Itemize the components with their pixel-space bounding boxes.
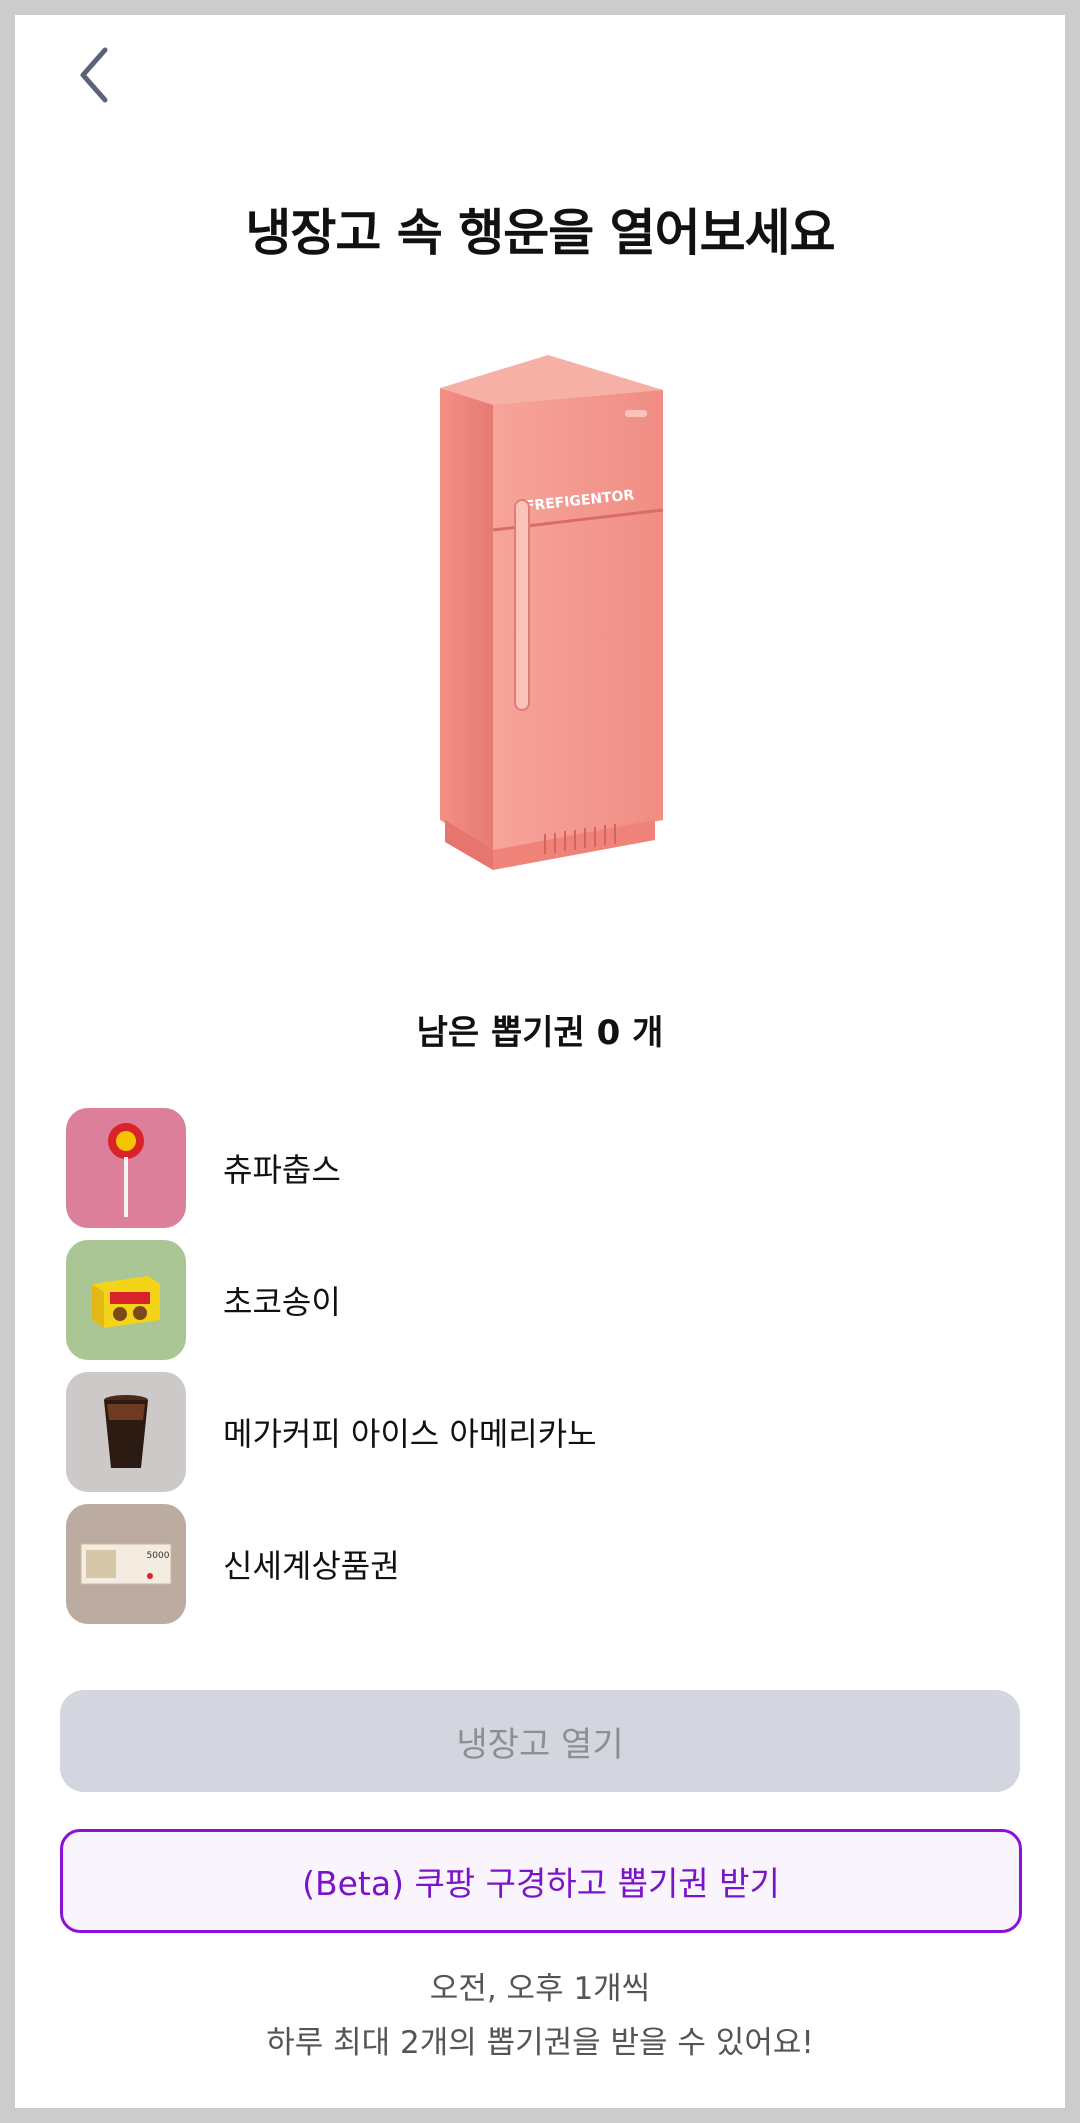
prize-item: 츄파춥스: [66, 1108, 1016, 1228]
prize-item: 5000 신세계상품권: [66, 1504, 1016, 1624]
prize-list: 츄파춥스 초코송이 메가커피 아이스 아메리카노 5000 신세계상품권: [66, 1108, 1016, 1636]
prize-thumb: [66, 1240, 186, 1360]
ticket-note-line1: 오전, 오후 1개씩: [429, 1971, 651, 2007]
lollipop-icon: [108, 1123, 144, 1217]
snack-box-icon: [92, 1276, 160, 1328]
prize-item: 메가커피 아이스 아메리카노: [66, 1372, 1016, 1492]
iced-coffee-icon: [104, 1395, 148, 1468]
prize-name: 초코송이: [223, 1283, 341, 1321]
fridge-image: FREFIGENTOR: [405, 350, 685, 870]
prize-thumb: [66, 1108, 186, 1228]
prize-item: 초코송이: [66, 1240, 1016, 1360]
prize-thumb: 5000: [66, 1504, 186, 1624]
page-title: 냉장고 속 행운을 열어보세요: [245, 204, 835, 262]
coupang-ticket-button[interactable]: (Beta) 쿠팡 구경하고 뽑기권 받기: [60, 1829, 1022, 1933]
gift-voucher-icon: 5000: [80, 1543, 172, 1585]
prize-thumb: [66, 1372, 186, 1492]
chevron-left-icon: [80, 47, 108, 103]
svg-text:5000: 5000: [147, 1551, 170, 1561]
app-screen: 냉장고 속 행운을 열어보세요 FREFIGENTOR 남은 뽑기권 0 개 츄…: [15, 15, 1065, 2108]
back-button[interactable]: [55, 35, 135, 115]
remaining-tickets: 남은 뽑기권 0 개: [416, 1013, 664, 1053]
ticket-note-line2: 하루 최대 2개의 뽑기권을 받을 수 있어요!: [266, 2025, 814, 2061]
prize-name: 메가커피 아이스 아메리카노: [223, 1415, 597, 1453]
prize-name: 츄파춥스: [223, 1151, 341, 1189]
open-fridge-button[interactable]: 냉장고 열기: [60, 1690, 1020, 1792]
prize-name: 신세계상품권: [223, 1547, 400, 1585]
